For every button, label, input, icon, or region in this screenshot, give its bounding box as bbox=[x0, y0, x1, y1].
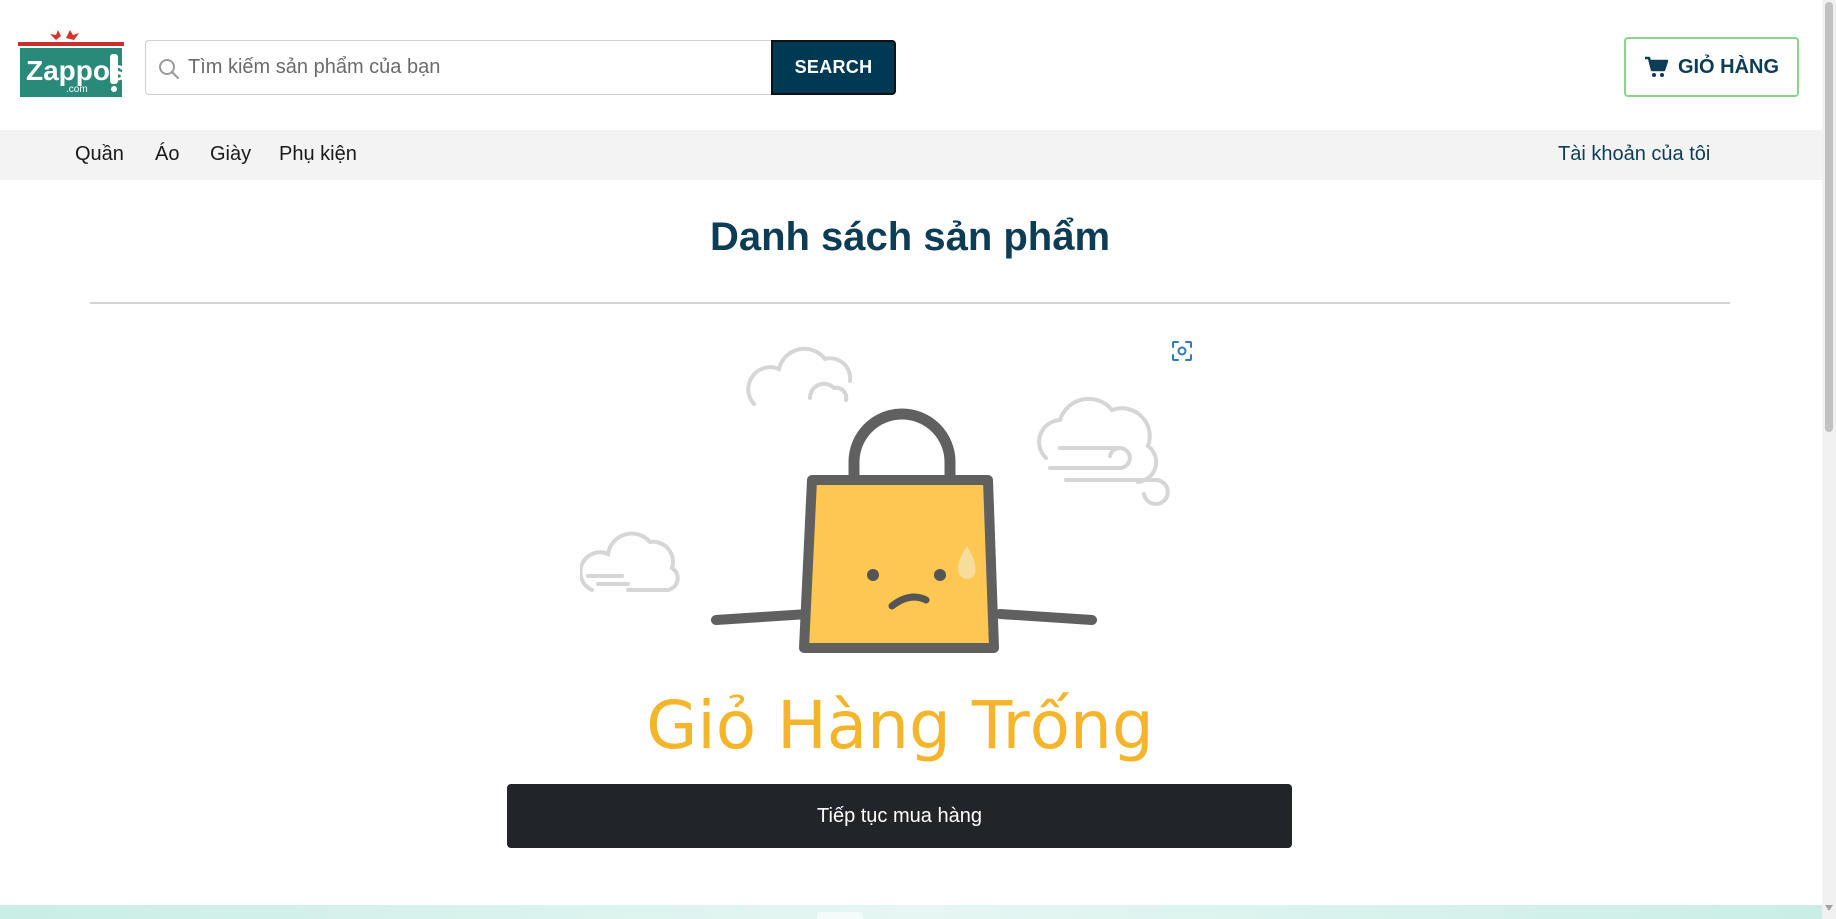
cart-label: GIỎ HÀNG bbox=[1677, 55, 1780, 78]
logo-text: Zappos bbox=[26, 55, 124, 86]
search-box bbox=[145, 40, 771, 95]
divider bbox=[90, 302, 1730, 304]
page: Zappos .com SEARCH GIỎ HÀNG bbox=[0, 0, 1836, 919]
footer-band bbox=[0, 905, 1836, 919]
my-account-link[interactable]: Tài khoản của tôi bbox=[1558, 143, 1710, 166]
vertical-scrollbar[interactable] bbox=[1822, 0, 1836, 919]
logo-subtext: .com bbox=[66, 84, 88, 95]
empty-cart-text: Giỏ Hàng Trống bbox=[646, 687, 1153, 764]
search-input[interactable] bbox=[188, 41, 758, 94]
cart-button[interactable]: GIỎ HÀNG bbox=[1624, 37, 1799, 97]
nav-item-giay[interactable]: Giày bbox=[210, 143, 251, 166]
capture-icon[interactable] bbox=[1170, 339, 1194, 363]
search-icon bbox=[159, 59, 179, 79]
nav-item-phu-kien[interactable]: Phụ kiện bbox=[279, 143, 357, 166]
nav-item-ao[interactable]: Áo bbox=[155, 143, 179, 166]
search-bar: SEARCH bbox=[145, 40, 896, 95]
header: Zappos .com SEARCH GIỎ HÀNG bbox=[0, 0, 1836, 130]
zappos-logo[interactable]: Zappos .com bbox=[18, 28, 124, 98]
empty-cart-illustration: Giỏ Hàng Trống bbox=[580, 346, 1170, 764]
category-nav: Quần Áo Giày Phụ kiện Tài khoản của tôi bbox=[0, 130, 1836, 180]
nav-item-quan[interactable]: Quần bbox=[75, 143, 124, 166]
cart-icon bbox=[1644, 56, 1668, 77]
footer-tab bbox=[817, 912, 863, 919]
scroll-down-arrow-icon[interactable] bbox=[1825, 905, 1833, 911]
page-title: Danh sách sản phẩm bbox=[709, 215, 1111, 259]
search-button[interactable]: SEARCH bbox=[771, 40, 896, 95]
scrollbar-thumb[interactable] bbox=[1825, 2, 1833, 432]
continue-shopping-button[interactable]: Tiếp tục mua hàng bbox=[507, 784, 1292, 848]
